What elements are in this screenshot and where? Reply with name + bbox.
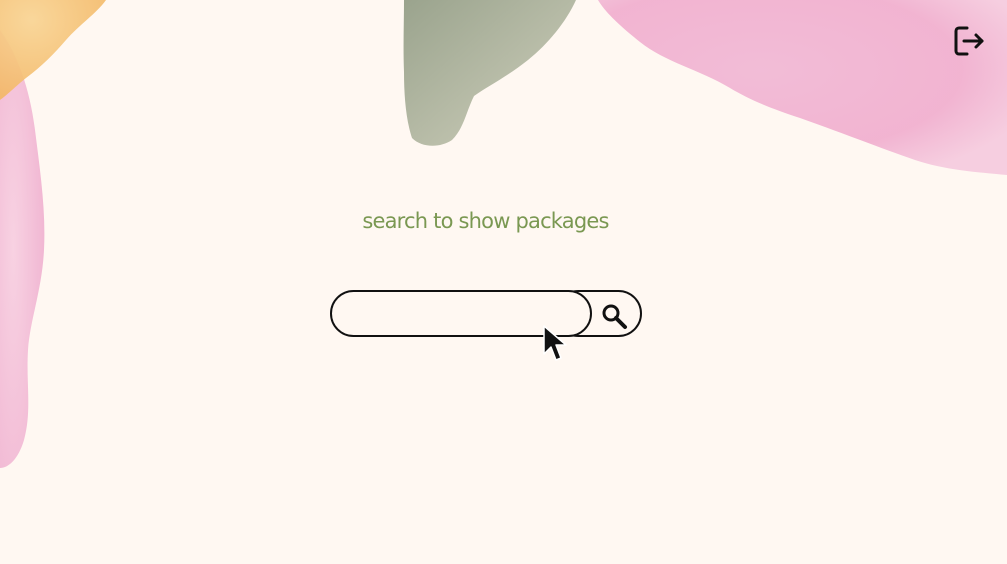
- page: search to show packages: [0, 0, 1007, 564]
- orange-watercolor-top-left: [0, 0, 106, 100]
- sage-watercolor-leaf: [403, 0, 576, 146]
- search-prompt: search to show packages: [362, 209, 609, 233]
- pink-watercolor-left: [0, 30, 45, 468]
- logout-button[interactable]: [948, 20, 990, 62]
- pink-watercolor-top-right: [598, 0, 1007, 175]
- search-bar: [330, 290, 642, 337]
- logout-icon: [954, 26, 984, 56]
- watercolor-background: [0, 0, 1007, 468]
- search-icon: [602, 304, 627, 329]
- search-input[interactable]: [330, 290, 592, 337]
